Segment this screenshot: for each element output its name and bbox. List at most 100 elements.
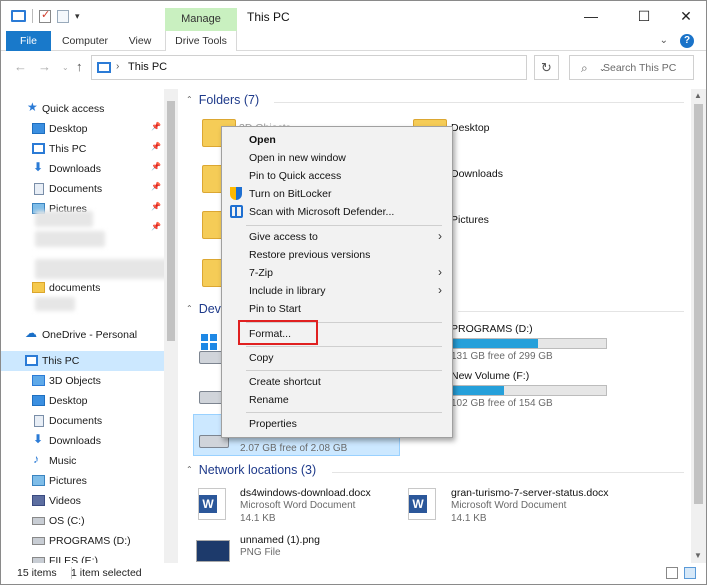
- file-name[interactable]: gran-turismo-7-server-status.docx: [451, 487, 609, 499]
- sidebar-item-3d-objects[interactable]: 3D Objects: [1, 371, 164, 391]
- tab-computer[interactable]: Computer: [57, 31, 113, 51]
- title-bar: ▾ Manage This PC — ☐ ✕: [1, 1, 706, 31]
- menu-item-create-shortcut[interactable]: Create shortcut: [222, 373, 452, 391]
- collapse-chevron-icon[interactable]: ⌃: [186, 95, 193, 104]
- file-name[interactable]: ds4windows-download.docx: [240, 487, 371, 499]
- folder-name-desktop[interactable]: Desktop: [451, 122, 490, 134]
- drive-capacity-fill: [452, 386, 505, 395]
- pin-icon: 📌: [151, 142, 161, 151]
- tab-view[interactable]: View: [121, 31, 159, 51]
- sidebar-scrollbar-thumb[interactable]: [167, 101, 175, 341]
- menu-item-defender-scan[interactable]: Scan with Microsoft Defender...: [222, 203, 452, 221]
- refresh-button[interactable]: ↻: [534, 55, 559, 80]
- sidebar-item-label: OneDrive - Personal: [42, 329, 138, 341]
- back-arrow-icon[interactable]: ←: [14, 59, 27, 74]
- menu-item-rename[interactable]: Rename: [222, 391, 452, 409]
- file-type: PNG File: [240, 547, 281, 558]
- sidebar-item-pc-documents[interactable]: Documents: [1, 411, 164, 431]
- minimize-button[interactable]: —: [568, 1, 614, 31]
- menu-item-7zip[interactable]: 7-Zip ›: [222, 264, 452, 282]
- large-icons-view-icon[interactable]: [684, 567, 696, 579]
- file-explorer-window: ▾ Manage This PC — ☐ ✕ File Computer Vie…: [0, 0, 707, 585]
- tab-file[interactable]: File: [6, 31, 51, 51]
- address-path[interactable]: This PC: [128, 61, 167, 73]
- sidebar-item-music[interactable]: ♪ Music: [1, 451, 164, 471]
- collapse-chevron-icon[interactable]: ⌃: [186, 465, 193, 474]
- details-view-icon[interactable]: [666, 567, 678, 579]
- drive-capacity-bar: [451, 338, 607, 349]
- sidebar-item-downloads[interactable]: ⬇ Downloads 📌: [1, 159, 164, 179]
- menu-item-label: Open in new window: [249, 152, 346, 164]
- search-box[interactable]: ⌕ Search This PC: [569, 55, 694, 80]
- manage-contextual-tab[interactable]: Manage: [165, 8, 237, 31]
- sidebar-item-onedrive[interactable]: ☁ OneDrive - Personal: [1, 325, 164, 345]
- drive-name-programs[interactable]: PROGRAMS (D:): [451, 323, 533, 335]
- sidebar-item-documents[interactable]: Documents 📌: [1, 179, 164, 199]
- menu-item-label: Give access to: [249, 231, 318, 243]
- sidebar-item-label: Desktop: [49, 395, 88, 407]
- breadcrumb-chevron-icon[interactable]: ›: [116, 61, 119, 72]
- document-icon: [34, 415, 44, 427]
- sidebar-item-pc-pictures[interactable]: Pictures: [1, 471, 164, 491]
- sidebar-item-desktop[interactable]: Desktop 📌: [1, 119, 164, 139]
- desktop-icon: [32, 123, 45, 134]
- menu-item-restore-versions[interactable]: Restore previous versions: [222, 246, 452, 264]
- sidebar-item-programs-d[interactable]: PROGRAMS (D:): [1, 531, 164, 551]
- folder-name-downloads[interactable]: Downloads: [451, 168, 503, 180]
- sidebar-item-this-pc-pinned[interactable]: This PC 📌: [1, 139, 164, 159]
- customize-toolbar-arrow-icon[interactable]: ▾: [75, 11, 80, 22]
- word-document-icon[interactable]: W: [408, 488, 436, 520]
- tab-drive-tools[interactable]: Drive Tools: [165, 31, 237, 51]
- video-icon: [32, 495, 45, 506]
- menu-item-label: Open: [249, 134, 276, 146]
- menu-item-bitlocker[interactable]: Turn on BitLocker: [222, 185, 452, 203]
- sidebar-item-label: 3D Objects: [49, 375, 101, 387]
- menu-item-include-library[interactable]: Include in library ›: [222, 282, 452, 300]
- menu-item-properties[interactable]: Properties: [222, 415, 452, 433]
- expand-ribbon-chevron-icon[interactable]: ⌄: [660, 35, 668, 46]
- drive-name-new-volume[interactable]: New Volume (F:): [451, 370, 529, 382]
- sidebar-item-quick-access[interactable]: ★ Quick access: [1, 99, 164, 119]
- scroll-up-arrow-icon[interactable]: ▲: [694, 91, 702, 100]
- new-folder-icon[interactable]: [57, 9, 69, 23]
- sidebar-item-label: OS (C:): [49, 515, 85, 527]
- menu-item-copy[interactable]: Copy: [222, 349, 452, 367]
- word-document-icon[interactable]: W: [198, 488, 226, 520]
- sidebar-item-label: documents: [49, 282, 101, 294]
- sidebar-item-label: Downloads: [49, 163, 101, 175]
- menu-item-open-new-window[interactable]: Open in new window: [222, 149, 452, 167]
- group-header-folders[interactable]: ⌃ Folders (7): [186, 93, 686, 113]
- image-thumbnail-icon[interactable]: [196, 540, 230, 562]
- sidebar-item-documents-folder[interactable]: documents: [1, 278, 164, 298]
- up-arrow-icon[interactable]: ↑: [76, 59, 83, 74]
- submenu-arrow-icon: ›: [438, 229, 442, 243]
- group-header-label: Dev: [198, 302, 221, 316]
- sidebar-item-os-c[interactable]: OS (C:): [1, 511, 164, 531]
- sidebar-item-pc-downloads[interactable]: ⬇ Downloads: [1, 431, 164, 451]
- address-bar[interactable]: › This PC ⌄: [91, 55, 606, 80]
- pin-icon: 📌: [151, 202, 161, 211]
- sidebar-item-this-pc[interactable]: This PC: [1, 351, 164, 371]
- recent-locations-chevron-icon[interactable]: ⌄: [62, 63, 69, 72]
- close-button[interactable]: ✕: [663, 1, 706, 31]
- menu-item-open[interactable]: Open: [222, 131, 452, 149]
- sidebar-item-files-e[interactable]: FILES (E:): [1, 551, 164, 563]
- pictures-icon: [32, 475, 45, 486]
- menu-item-pin-quick-access[interactable]: Pin to Quick access: [222, 167, 452, 185]
- maximize-button[interactable]: ☐: [621, 1, 667, 31]
- sidebar-item-label: This PC: [42, 355, 80, 367]
- sidebar-item-pc-desktop[interactable]: Desktop: [1, 391, 164, 411]
- menu-item-give-access[interactable]: Give access to ›: [222, 228, 452, 246]
- properties-icon[interactable]: [39, 8, 51, 23]
- collapse-chevron-icon[interactable]: ⌃: [186, 304, 193, 313]
- folder-name-pictures[interactable]: Pictures: [451, 214, 489, 226]
- content-scrollbar-thumb[interactable]: [694, 104, 703, 504]
- menu-item-pin-start[interactable]: Pin to Start: [222, 300, 452, 318]
- menu-separator: [246, 225, 442, 226]
- file-name[interactable]: unnamed (1).png: [240, 534, 320, 546]
- sidebar-item-videos[interactable]: Videos: [1, 491, 164, 511]
- help-icon[interactable]: ?: [680, 34, 694, 48]
- group-header-network[interactable]: ⌃ Network locations (3): [186, 463, 686, 483]
- scroll-down-arrow-icon[interactable]: ▼: [694, 551, 702, 560]
- forward-arrow-icon[interactable]: →: [38, 59, 51, 74]
